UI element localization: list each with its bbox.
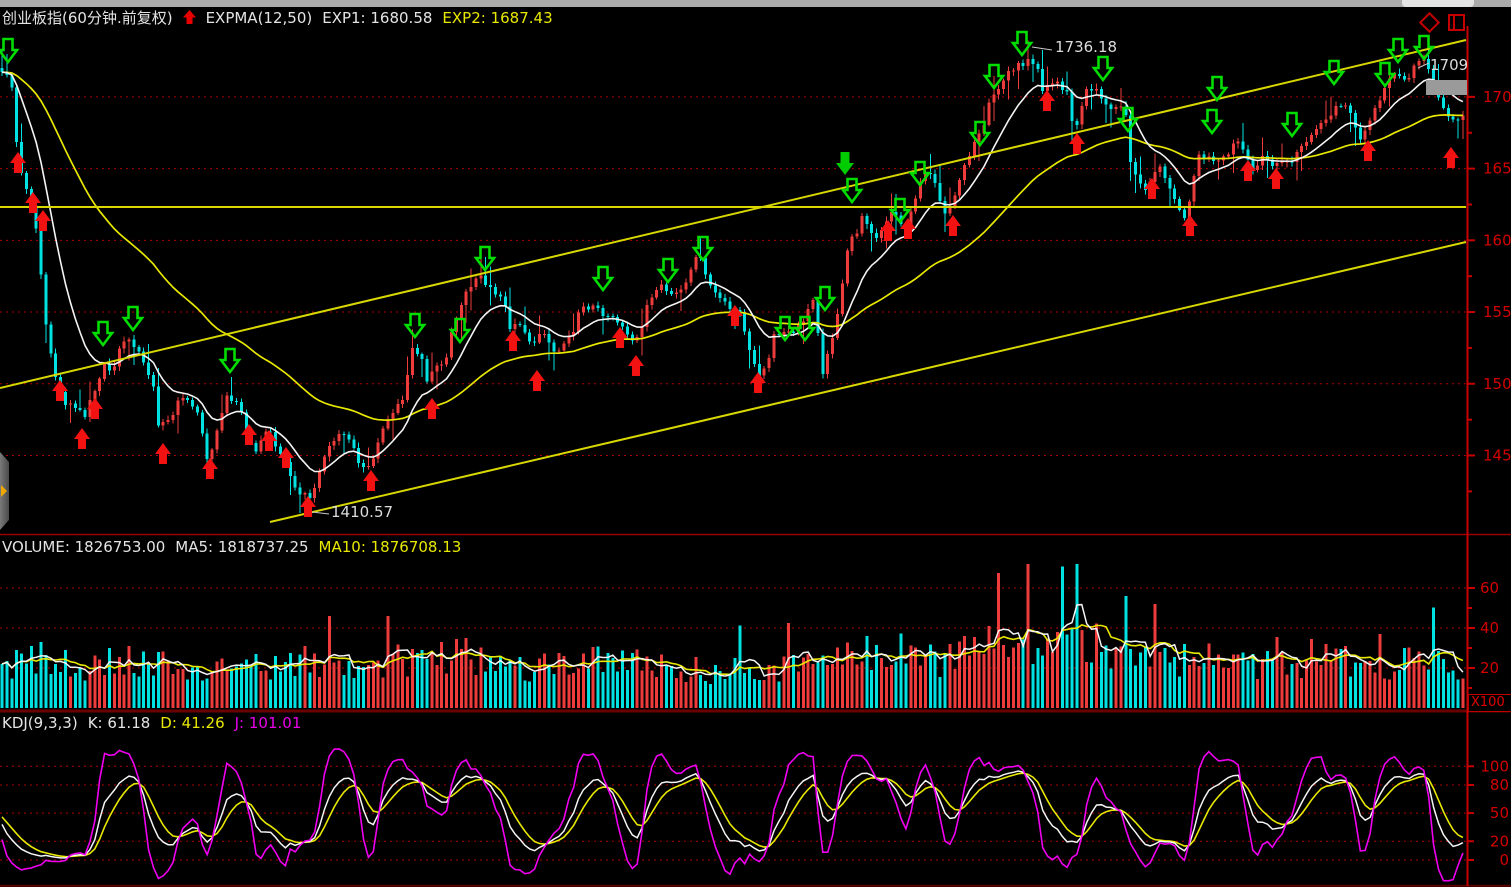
- kdj-layer: [2, 749, 1463, 881]
- main-axis-label: 1700: [1483, 88, 1511, 106]
- sell-arrow-icon: [1376, 63, 1394, 86]
- kdj-axis-label: 80: [1490, 776, 1509, 794]
- buy-arrow-icon: [1268, 168, 1284, 189]
- instrument-title: 创业板指(60分钟.前复权): [2, 9, 173, 27]
- volume-ma5-value: MA5: 1818737.25: [175, 538, 308, 556]
- sell-arrow-icon: [1325, 61, 1343, 84]
- lower-channel: [270, 242, 1466, 522]
- volume-unit-label: X100: [1468, 694, 1511, 712]
- exp1-line: [2, 72, 1463, 471]
- buy-arrow-icon: [25, 192, 41, 213]
- sell-arrow-icon: [406, 314, 424, 337]
- kdj-k-value: K: 61.18: [88, 714, 151, 732]
- buy-arrow-icon: [363, 470, 379, 491]
- sell-arrow-icon: [124, 307, 142, 330]
- buy-arrow-icon: [1144, 178, 1160, 199]
- sell-arrow-icon: [221, 349, 239, 372]
- trendlines-layer: [0, 40, 1466, 522]
- buy-arrow-icon: [1443, 147, 1459, 168]
- buy-arrow-icon: [74, 428, 90, 449]
- sell-arrow-icon: [0, 39, 17, 62]
- main-axis-label: 1600: [1483, 231, 1511, 249]
- main-axis-label: 1500: [1483, 375, 1511, 393]
- sell-arrow-icon: [796, 317, 814, 340]
- window-top-chrome: [0, 0, 1511, 7]
- kdj-d-value: D: 41.26: [160, 714, 224, 732]
- kdj-axis-label: 100: [1480, 757, 1509, 775]
- buy-arrow-icon: [1039, 90, 1055, 111]
- upper-channel: [0, 40, 1466, 388]
- main-axis-label: 1450: [1483, 446, 1511, 464]
- sell-arrow-icon: [594, 267, 612, 290]
- price-annotation: 1410.57: [331, 503, 393, 521]
- exp1-value: EXP1: 1680.58: [322, 9, 432, 27]
- price-annotation: 1736.18: [1055, 38, 1117, 56]
- expma-layer: [2, 72, 1463, 471]
- pane-toolbar-icons: [1420, 12, 1470, 34]
- expma-indicator-label[interactable]: EXPMA(12,50): [206, 9, 313, 27]
- sell-arrow-icon: [1094, 57, 1112, 80]
- sell-arrow-icon: [476, 247, 494, 270]
- sidebar-expand-handle[interactable]: [0, 452, 9, 530]
- kdj-pane-header: KDJ(9,3,3) K: 61.18 D: 41.26 J: 101.01: [2, 714, 311, 733]
- candles-layer: [1, 40, 1465, 516]
- buy-arrow-icon: [612, 327, 628, 348]
- last-price-tag: [1426, 80, 1467, 95]
- signal-arrows-layer: [0, 32, 1459, 517]
- main-pane-header: 创业板指(60分钟.前复权) EXPMA(12,50) EXP1: 1680.58 E…: [2, 9, 563, 30]
- exp2-line: [2, 72, 1463, 420]
- diamond-icon[interactable]: [1419, 12, 1440, 33]
- annotations-layer: [312, 47, 1429, 514]
- sell-arrow-icon: [659, 259, 677, 282]
- volume-ma10-value: MA10: 1876708.13: [319, 538, 462, 556]
- volume-pane-header: VOLUME: 1826753.00 MA5: 1818737.25 MA10: 1…: [2, 538, 471, 557]
- volume-axis-label: 60: [1480, 579, 1499, 597]
- buy-signal-legend-icon: [183, 10, 196, 30]
- buy-arrow-icon: [505, 330, 521, 351]
- sell-arrow-icon: [1208, 77, 1226, 100]
- buy-arrow-icon: [945, 215, 961, 236]
- buy-arrow-icon: [628, 355, 644, 376]
- sell-arrow-icon: [1283, 113, 1301, 136]
- buy-arrow-icon: [155, 443, 171, 464]
- volume-axis-label: 20: [1480, 659, 1499, 677]
- window-top-tab: [1402, 0, 1474, 7]
- exp2-value: EXP2: 1687.43: [442, 9, 552, 27]
- buy-arrow-icon: [241, 424, 257, 445]
- split-window-icon[interactable]: [1448, 14, 1465, 31]
- axis-layer: 1700165016001550150014506040201008050200: [0, 26, 1511, 886]
- stock-app-window: 1700165016001550150014506040201008050200…: [0, 0, 1511, 887]
- sell-arrow-icon: [1203, 110, 1221, 133]
- buy-arrow-icon: [1069, 133, 1085, 154]
- volume-value[interactable]: VOLUME: 1826753.00: [2, 538, 165, 556]
- buy-arrow-icon: [10, 152, 26, 173]
- kdj-axis-label: 50: [1490, 804, 1509, 822]
- chart-canvas[interactable]: 1700165016001550150014506040201008050200: [0, 0, 1511, 887]
- gridlines-layer: [0, 97, 1466, 860]
- kdj-axis-label: 0: [1499, 851, 1509, 869]
- sell-arrow-icon: [94, 322, 112, 345]
- sell-arrow-solid-icon: [836, 152, 854, 175]
- expand-arrow-icon: [1, 485, 7, 497]
- kdj-axis-label: 20: [1490, 832, 1509, 850]
- sell-arrow-icon: [843, 179, 861, 202]
- kdj-indicator-label[interactable]: KDJ(9,3,3): [2, 714, 78, 732]
- price-annotation: 1709: [1430, 56, 1467, 74]
- main-axis-label: 1550: [1483, 303, 1511, 321]
- kdj-j-value: J: 101.01: [235, 714, 302, 732]
- buy-arrow-icon: [529, 370, 545, 391]
- buy-arrow-icon: [202, 458, 218, 479]
- main-axis-label: 1650: [1483, 160, 1511, 178]
- volume-axis-label: 40: [1480, 619, 1499, 637]
- volume-layer: [1, 564, 1465, 708]
- buy-arrow-icon: [424, 398, 440, 419]
